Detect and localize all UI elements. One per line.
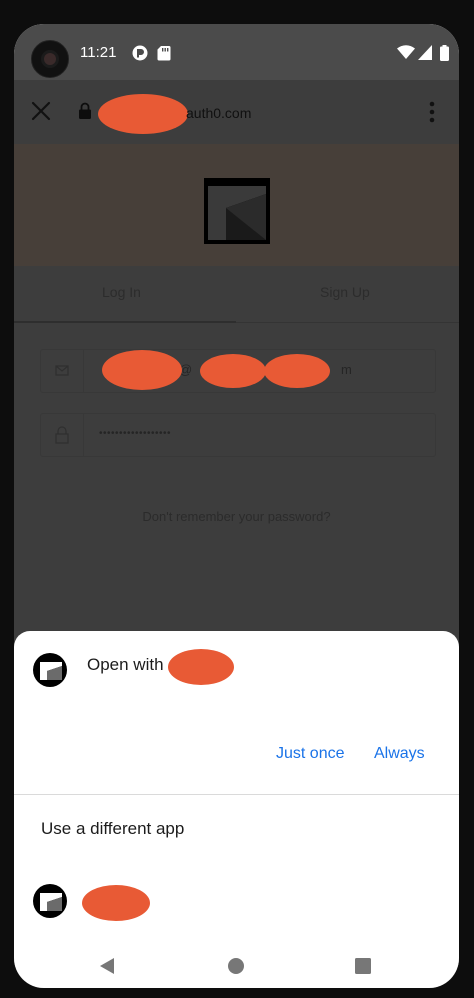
cell-signal-icon (418, 45, 432, 60)
lock-icon-box (41, 414, 84, 456)
brand-logo (204, 178, 270, 244)
app-notification-icon (132, 45, 148, 61)
redaction-mark (168, 649, 234, 685)
alt-app-icon[interactable] (33, 884, 67, 918)
status-bar: 11:21 (14, 24, 459, 80)
alt-app-logo-icon (40, 893, 62, 911)
login-tabs: Log In Sign Up (14, 266, 459, 323)
just-once-button[interactable]: Just once (276, 745, 344, 763)
status-time: 11:21 (80, 44, 117, 61)
tab-sign-up[interactable]: Sign Up (320, 284, 370, 300)
open-with-sheet: Open with Just once Always Use a differe… (14, 631, 459, 988)
sheet-divider (14, 794, 459, 795)
password-field[interactable]: •••••••••••••••••• (40, 413, 436, 457)
password-value: •••••••••••••••••• (99, 428, 172, 439)
mail-icon-box (41, 350, 84, 392)
sheet-title-prefix: Open with (87, 655, 164, 674)
forgot-password-link[interactable]: Don't remember your password? (14, 509, 459, 524)
home-icon[interactable] (227, 957, 245, 975)
mail-icon (55, 365, 69, 376)
recents-icon[interactable] (355, 958, 371, 974)
redaction-mark (102, 350, 182, 390)
always-button[interactable]: Always (374, 745, 425, 763)
redaction-mark (98, 94, 188, 134)
redaction-mark (264, 354, 330, 388)
screen: 11:21 auth0.com Log In Sign Up @ m •••••… (14, 24, 459, 988)
app-icon (33, 653, 67, 687)
tab-log-in[interactable]: Log In (102, 284, 141, 300)
login-header (14, 144, 459, 266)
email-value: m (341, 362, 352, 377)
wifi-icon (397, 45, 415, 59)
brand-logo-mark (208, 186, 266, 240)
camera-cutout (31, 40, 69, 78)
padlock-icon (55, 426, 69, 444)
active-tab-indicator (14, 321, 236, 323)
system-nav-bar (14, 941, 459, 988)
use-different-app-label: Use a different app (41, 819, 185, 838)
back-icon[interactable] (98, 957, 116, 975)
redaction-mark (82, 885, 150, 921)
phone-frame: 11:21 auth0.com Log In Sign Up @ m •••••… (0, 0, 474, 998)
lock-icon (79, 102, 91, 119)
address-bar-url[interactable]: auth0.com (186, 105, 251, 121)
more-vert-icon[interactable] (428, 100, 436, 124)
sheet-title: Open with (87, 655, 164, 675)
redaction-mark (200, 354, 266, 388)
close-icon[interactable] (30, 100, 52, 122)
app-logo-icon (40, 662, 62, 680)
battery-icon (440, 45, 449, 61)
browser-toolbar: auth0.com (14, 80, 459, 145)
sd-card-icon (157, 46, 171, 61)
